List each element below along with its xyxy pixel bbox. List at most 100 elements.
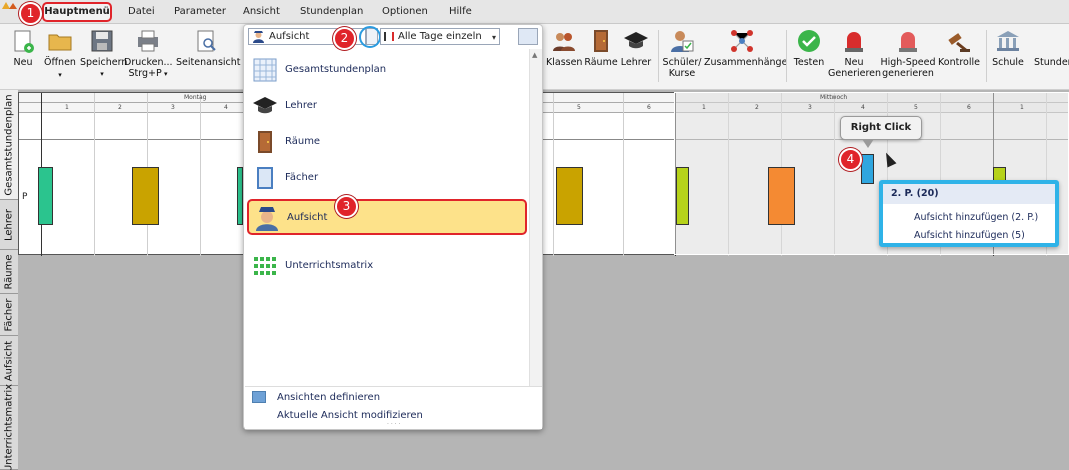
ribbon-separator bbox=[658, 30, 659, 82]
right-click-tooltip: Right Click bbox=[840, 116, 922, 140]
add-supervision-period-item[interactable]: Aufsicht hinzufügen (2. P.) bbox=[914, 212, 1038, 223]
option-raeume[interactable]: Räume bbox=[247, 125, 527, 159]
teachers-button[interactable]: Lehrer bbox=[618, 28, 654, 68]
day-label-mittwoch: Mittwoch bbox=[820, 94, 848, 101]
tab-unterrichtsmatrix[interactable]: Unterrichtsmatrix bbox=[0, 383, 18, 470]
open-button[interactable]: Öffnen ▾ bbox=[42, 28, 78, 81]
option-label: Gesamtstundenplan bbox=[285, 64, 387, 75]
tab-lehrer[interactable]: Lehrer bbox=[0, 200, 18, 250]
view-options-list: Gesamtstundenplan Lehrer Räume Fächer Au… bbox=[245, 49, 529, 407]
tab-gesamtstundenplan[interactable]: Gesamtstundenplan bbox=[0, 90, 18, 200]
test-button[interactable]: Testen bbox=[790, 28, 828, 68]
control-button[interactable]: Kontrolle bbox=[936, 28, 982, 68]
classes-button[interactable]: Klassen bbox=[546, 28, 582, 68]
network-icon bbox=[731, 30, 753, 52]
print-shortcut: Strg+P bbox=[128, 68, 162, 79]
save-button[interactable]: Speichern ▾ bbox=[80, 28, 127, 80]
page-preview-button[interactable]: Seitenansicht bbox=[176, 28, 241, 68]
folder-icon bbox=[48, 34, 72, 51]
option-label: Fächer bbox=[285, 172, 319, 183]
lesson-block[interactable] bbox=[556, 167, 583, 225]
vertical-view-tabs: Gesamtstundenplan Lehrer Räume Fächer Au… bbox=[0, 90, 18, 470]
lesson-block[interactable] bbox=[768, 167, 795, 225]
generate-button[interactable]: Neu Generieren bbox=[828, 28, 881, 79]
option-unterrichtsmatrix[interactable]: Unterrichtsmatrix bbox=[247, 249, 527, 283]
relations-button[interactable]: Zusammenhänge bbox=[704, 28, 787, 68]
slot-label: 3 bbox=[808, 104, 812, 111]
siren-icon bbox=[845, 32, 863, 52]
save-disk-icon bbox=[91, 30, 113, 52]
app-logo-icon bbox=[2, 2, 17, 9]
printer-icon bbox=[138, 30, 158, 52]
view-dropdown-panel: Aufsicht Alle Tage einzeln ▾ Gesamtstund… bbox=[243, 24, 543, 430]
high-speed-label-2: generieren bbox=[882, 68, 934, 79]
add-supervision-5-item[interactable]: Aufsicht hinzufügen (5) bbox=[914, 230, 1025, 241]
tab-aufsicht[interactable]: Aufsicht bbox=[0, 336, 18, 386]
step-badge-4: 4 bbox=[839, 148, 862, 171]
lesson-block[interactable] bbox=[676, 167, 689, 225]
relations-label: Zusammenhänge bbox=[704, 57, 788, 68]
option-faecher[interactable]: Fächer bbox=[247, 161, 527, 195]
define-views-link[interactable]: Ansichten definieren bbox=[277, 392, 380, 403]
option-aufsicht[interactable]: Aufsicht bbox=[247, 199, 527, 235]
control-label: Kontrolle bbox=[938, 57, 980, 68]
days-icon bbox=[384, 32, 394, 41]
modify-view-link[interactable]: Aktuelle Ansicht modifizieren bbox=[277, 410, 423, 421]
grid-line bbox=[94, 93, 95, 256]
menu-ansicht[interactable]: Ansicht bbox=[243, 6, 280, 17]
lesson-block[interactable] bbox=[132, 167, 159, 225]
students-courses-button[interactable]: Schüler/ Kurse bbox=[660, 28, 704, 79]
menu-hilfe[interactable]: Hilfe bbox=[449, 6, 472, 17]
tab-label: Räume bbox=[3, 253, 15, 290]
menu-stundenplan[interactable]: Stundenplan bbox=[300, 6, 363, 17]
tab-faecher[interactable]: Fächer bbox=[0, 294, 18, 336]
list-scrollbar[interactable]: ▲ ▼ bbox=[529, 49, 542, 407]
new-label: Neu bbox=[13, 57, 33, 68]
ribbon-separator bbox=[986, 30, 987, 82]
slot-label: 2 bbox=[755, 104, 759, 111]
scroll-up-icon[interactable]: ▲ bbox=[532, 51, 537, 59]
context-menu-header: 2. P. (20) bbox=[883, 184, 1055, 204]
rooms-button[interactable]: Räume bbox=[584, 28, 618, 68]
teachers-label: Lehrer bbox=[620, 57, 652, 68]
menu-hauptmenu[interactable]: Hauptmenü bbox=[42, 2, 112, 22]
option-label: Unterrichtsmatrix bbox=[285, 260, 374, 271]
step-badge-1: 1 bbox=[19, 2, 42, 25]
dropdown-button-highlight bbox=[359, 26, 381, 48]
new-button[interactable]: Neu bbox=[8, 28, 38, 68]
option-gesamtstundenplan[interactable]: Gesamtstundenplan bbox=[247, 53, 527, 87]
grid-line bbox=[623, 93, 624, 256]
grid-line bbox=[200, 93, 201, 256]
menu-datei[interactable]: Datei bbox=[128, 6, 155, 17]
print-button[interactable]: Drucken... Strg+P ▾ bbox=[124, 28, 173, 80]
hours-button[interactable]: Stunden bbox=[1034, 28, 1069, 68]
tab-raeume[interactable]: Räume bbox=[0, 250, 18, 294]
day-label-montag: Montag bbox=[184, 94, 207, 101]
grid-line bbox=[553, 93, 554, 256]
tab-label: Lehrer bbox=[3, 208, 15, 241]
students-label: Schüler/ bbox=[662, 57, 702, 68]
slot-label: 6 bbox=[967, 104, 971, 111]
option-lehrer[interactable]: Lehrer bbox=[247, 89, 527, 123]
lesson-block[interactable] bbox=[38, 167, 53, 225]
resize-grip-icon[interactable]: · · · · bbox=[387, 421, 400, 428]
school-button[interactable]: Schule bbox=[990, 28, 1026, 68]
days-select[interactable]: Alle Tage einzeln ▾ bbox=[380, 28, 500, 45]
define-views-icon bbox=[252, 391, 266, 403]
slot-label: 5 bbox=[577, 104, 581, 111]
courses-label: Kurse bbox=[668, 68, 696, 79]
view-select-value: Aufsicht bbox=[269, 31, 310, 42]
slot-label: 1 bbox=[1020, 104, 1024, 111]
door-icon bbox=[258, 131, 272, 153]
high-speed-label-1: High-Speed bbox=[880, 57, 936, 68]
classes-people-icon bbox=[553, 33, 575, 51]
menu-optionen[interactable]: Optionen bbox=[382, 6, 428, 17]
slot-label: 1 bbox=[702, 104, 706, 111]
lesson-block-target[interactable] bbox=[861, 154, 874, 184]
menu-parameter[interactable]: Parameter bbox=[174, 6, 226, 17]
calendar-view-button[interactable] bbox=[518, 28, 538, 45]
slot-label: 2 bbox=[118, 104, 122, 111]
days-select-value: Alle Tage einzeln bbox=[398, 31, 482, 42]
high-speed-generate-button[interactable]: High-Speed generieren bbox=[880, 28, 936, 79]
slot-label: 1 bbox=[65, 104, 69, 111]
